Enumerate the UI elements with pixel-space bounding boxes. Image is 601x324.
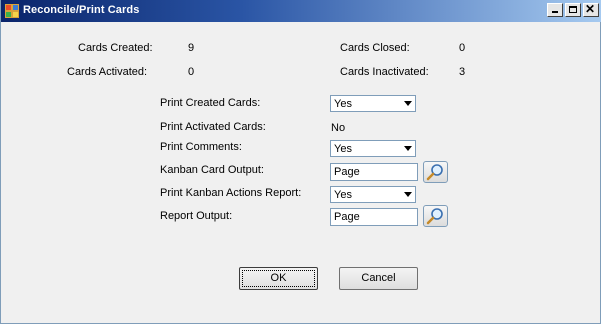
kanban-card-output-lookup-button[interactable] (423, 161, 448, 183)
cards-inactivated-value: 3 (459, 66, 466, 78)
window-title: Reconcile/Print Cards (23, 4, 140, 16)
kanban-card-output-field[interactable]: Page (330, 163, 418, 181)
cards-activated-value: 0 (188, 66, 195, 78)
report-output-value: Page (334, 211, 360, 223)
magnifier-icon (426, 208, 443, 225)
chevron-down-icon (404, 146, 412, 151)
ok-button[interactable]: OK (239, 267, 318, 290)
title-bar[interactable]: Reconcile/Print Cards ✕ (1, 0, 601, 22)
print-kanban-actions-report-label: Print Kanban Actions Report: (160, 187, 302, 199)
close-button[interactable]: ✕ (583, 2, 599, 17)
print-created-cards-label: Print Created Cards: (160, 97, 261, 109)
cards-created-label: Cards Created: (78, 42, 153, 54)
print-kanban-actions-report-select[interactable]: Yes (330, 186, 416, 203)
reconcile-print-cards-window: Reconcile/Print Cards ✕ Cards Created: 9… (0, 0, 601, 324)
maximize-button[interactable] (565, 3, 581, 17)
print-activated-cards-value: No (331, 122, 346, 134)
report-output-label: Report Output: (160, 210, 233, 222)
print-activated-cards-label: Print Activated Cards: (160, 121, 266, 133)
cancel-button[interactable]: Cancel (339, 267, 418, 290)
print-comments-select[interactable]: Yes (330, 140, 416, 157)
minimize-icon (552, 11, 558, 13)
print-kanban-actions-report-value: Yes (334, 189, 352, 201)
window-controls: ✕ (547, 2, 599, 17)
chevron-down-icon (404, 101, 412, 106)
close-icon: ✕ (585, 2, 596, 16)
magnifier-icon (426, 164, 443, 181)
chevron-down-icon (404, 192, 412, 197)
cards-activated-label: Cards Activated: (67, 66, 148, 78)
cards-inactivated-label: Cards Inactivated: (340, 66, 429, 78)
print-created-cards-value: Yes (334, 98, 352, 110)
cards-closed-value: 0 (459, 42, 466, 54)
kanban-card-output-label: Kanban Card Output: (160, 164, 264, 176)
print-created-cards-select[interactable]: Yes (330, 95, 416, 112)
cards-closed-label: Cards Closed: (340, 42, 410, 54)
print-comments-label: Print Comments: (160, 141, 242, 153)
report-output-lookup-button[interactable] (423, 205, 448, 227)
print-comments-value: Yes (334, 143, 352, 155)
cards-created-value: 9 (188, 42, 195, 54)
kanban-card-output-value: Page (334, 166, 360, 178)
report-output-field[interactable]: Page (330, 208, 418, 226)
app-icon (5, 4, 19, 18)
minimize-button[interactable] (547, 3, 563, 17)
maximize-icon (569, 6, 577, 13)
dialog-content: Cards Created: 9 Cards Closed: 0 Cards A… (1, 22, 600, 323)
